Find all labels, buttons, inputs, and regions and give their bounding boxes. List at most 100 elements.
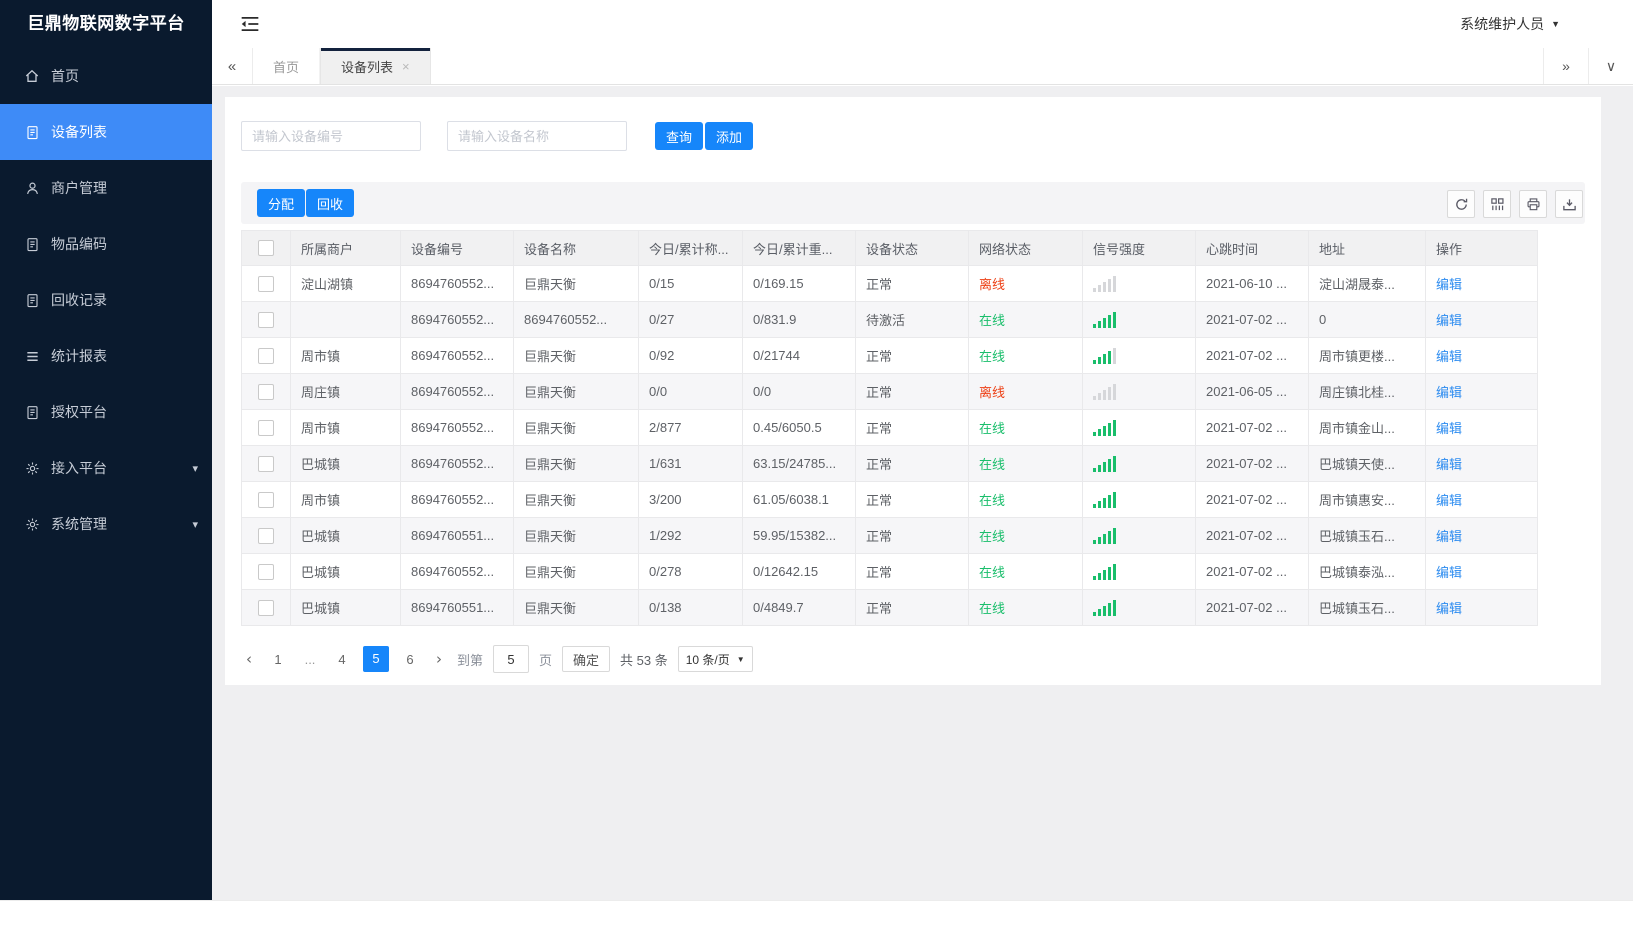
confirm-button[interactable]: 确定 [562, 646, 611, 672]
row-checkbox[interactable] [258, 599, 274, 616]
columns-icon[interactable] [1483, 190, 1511, 218]
double-chevron-left-icon[interactable]: « [212, 48, 253, 84]
double-chevron-right-icon[interactable]: » [1543, 48, 1588, 84]
row-checkbox[interactable] [258, 383, 274, 400]
network-status-badge: 在线 [979, 349, 1006, 364]
edit-link[interactable]: 编辑 [1436, 457, 1462, 472]
table-row: 巴城镇 8694760552... 巨鼎天衡 1/631 63.15/24785... 正… [241, 445, 1538, 482]
cell-network-status: 在线 [968, 301, 1083, 338]
sidebar-item-label: 首页 [51, 68, 79, 84]
sidebar-item-authorization-platform[interactable]: 授权平台 [0, 384, 212, 440]
cell-signal [1082, 517, 1196, 554]
cell-network-status: 在线 [968, 517, 1083, 554]
page-ellipsis: ... [304, 651, 316, 667]
goto-prefix-label: 到第 [457, 652, 484, 668]
edit-link[interactable]: 编辑 [1436, 385, 1462, 400]
row-checkbox[interactable] [258, 527, 274, 544]
tab-device-list[interactable]: 设备列表 × [320, 48, 431, 84]
menu-fold-icon[interactable] [240, 15, 260, 33]
prev-page-button[interactable]: ‹ [241, 650, 257, 668]
caret-down-icon: ▼ [736, 654, 745, 664]
tab-home[interactable]: 首页 [253, 48, 321, 84]
cell-device-no: 8694760552... [400, 481, 514, 518]
row-checkbox[interactable] [258, 491, 274, 508]
sidebar-item-merchant-management[interactable]: 商户管理 [0, 160, 212, 216]
edit-link[interactable]: 编辑 [1436, 421, 1462, 436]
refresh-icon[interactable] [1447, 190, 1475, 218]
chevron-down-icon[interactable]: ∨ [1588, 48, 1633, 84]
page-button-4[interactable]: 4 [331, 652, 353, 667]
cell-address: 巴城镇泰泓... [1308, 553, 1426, 590]
edit-link[interactable]: 编辑 [1436, 313, 1462, 328]
next-page-button[interactable]: › [431, 650, 447, 668]
goto-page-input[interactable] [493, 645, 530, 673]
cell-device-name: 巨鼎天衡 [513, 445, 639, 482]
sidebar-item-item-code[interactable]: 物品编码 [0, 216, 212, 272]
signal-strength-icon [1093, 311, 1185, 328]
edit-link[interactable]: 编辑 [1436, 565, 1462, 580]
cell-device-status: 正常 [855, 373, 969, 410]
cell-device-status: 正常 [855, 589, 969, 626]
assign-button[interactable]: 分配 [257, 189, 306, 217]
row-checkbox-cell [241, 301, 291, 338]
query-button[interactable]: 查询 [655, 122, 704, 150]
cell-device-name: 巨鼎天衡 [513, 409, 639, 446]
cell-device-name: 巨鼎天衡 [513, 337, 639, 374]
cell-merchant: 周庄镇 [290, 373, 401, 410]
cell-network-status: 离线 [968, 373, 1083, 410]
select-all-checkbox[interactable] [258, 240, 274, 257]
sidebar-item-recycle-records[interactable]: 回收记录 [0, 272, 212, 328]
row-checkbox[interactable] [258, 563, 274, 580]
device-name-input[interactable] [447, 121, 627, 151]
column-header: 今日/累计重... [742, 230, 856, 266]
add-button[interactable]: 添加 [705, 122, 754, 150]
signal-strength-icon [1093, 275, 1185, 292]
signal-strength-icon [1093, 563, 1185, 580]
page-button-1[interactable]: 1 [267, 652, 289, 667]
row-checkbox-cell [241, 517, 291, 554]
edit-link[interactable]: 编辑 [1436, 493, 1462, 508]
page-button-5[interactable]: 5 [363, 646, 389, 672]
close-icon[interactable]: × [402, 59, 410, 74]
cell-today-weight: 0.45/6050.5 [742, 409, 856, 446]
cell-merchant: 周市镇 [290, 409, 401, 446]
cell-address: 周市镇更楼... [1308, 337, 1426, 374]
user-menu[interactable]: 系统维护人员 ▼ [1460, 0, 1560, 48]
cell-network-status: 在线 [968, 553, 1083, 590]
row-checkbox[interactable] [258, 275, 274, 292]
network-status-badge: 离线 [979, 277, 1006, 292]
cell-actions: 编辑 [1425, 373, 1538, 410]
edit-link[interactable]: 编辑 [1436, 601, 1462, 616]
printer-icon[interactable] [1519, 190, 1547, 218]
row-checkbox[interactable] [258, 311, 274, 328]
device-number-input[interactable] [241, 121, 421, 151]
sidebar-item-label: 设备列表 [51, 124, 107, 140]
export-icon[interactable] [1555, 190, 1583, 218]
row-checkbox[interactable] [258, 347, 274, 364]
content-card: 查询 添加 分配 回收 [225, 97, 1601, 685]
edit-link[interactable]: 编辑 [1436, 529, 1462, 544]
edit-link[interactable]: 编辑 [1436, 349, 1462, 364]
cell-today-count: 3/200 [638, 481, 743, 518]
cell-today-count: 0/27 [638, 301, 743, 338]
sidebar-item-statistics-report[interactable]: 统计报表 [0, 328, 212, 384]
cell-device-name: 巨鼎天衡 [513, 373, 639, 410]
sidebar-item-access-platform[interactable]: 接入平台 ▾ [0, 440, 212, 496]
row-checkbox[interactable] [258, 419, 274, 436]
page-button-6[interactable]: 6 [399, 652, 421, 667]
device-table: 所属商户 设备编号 设备名称 今日/累计称... 今日/累计重... 设备状态 网络状态 信号… [241, 230, 1538, 626]
page-number-group: 1... 4 5 6 [267, 646, 421, 672]
cell-device-status: 正常 [855, 265, 969, 302]
row-checkbox-cell [241, 481, 291, 518]
table-row: 周市镇 8694760552... 巨鼎天衡 2/877 0.45/6050.5 正常 在线… [241, 409, 1538, 446]
edit-link[interactable]: 编辑 [1436, 277, 1462, 292]
network-status-badge: 在线 [979, 313, 1006, 328]
cell-signal [1082, 589, 1196, 626]
sidebar-item-home[interactable]: 首页 [0, 48, 212, 104]
sidebar-item-device-list[interactable]: 设备列表 [0, 104, 212, 160]
row-checkbox[interactable] [258, 455, 274, 472]
page-size-select[interactable]: 10 条/页 ▼ [677, 646, 753, 672]
recycle-button[interactable]: 回收 [306, 189, 355, 217]
cell-merchant [290, 301, 401, 338]
sidebar-item-system-management[interactable]: 系统管理 ▾ [0, 496, 212, 552]
